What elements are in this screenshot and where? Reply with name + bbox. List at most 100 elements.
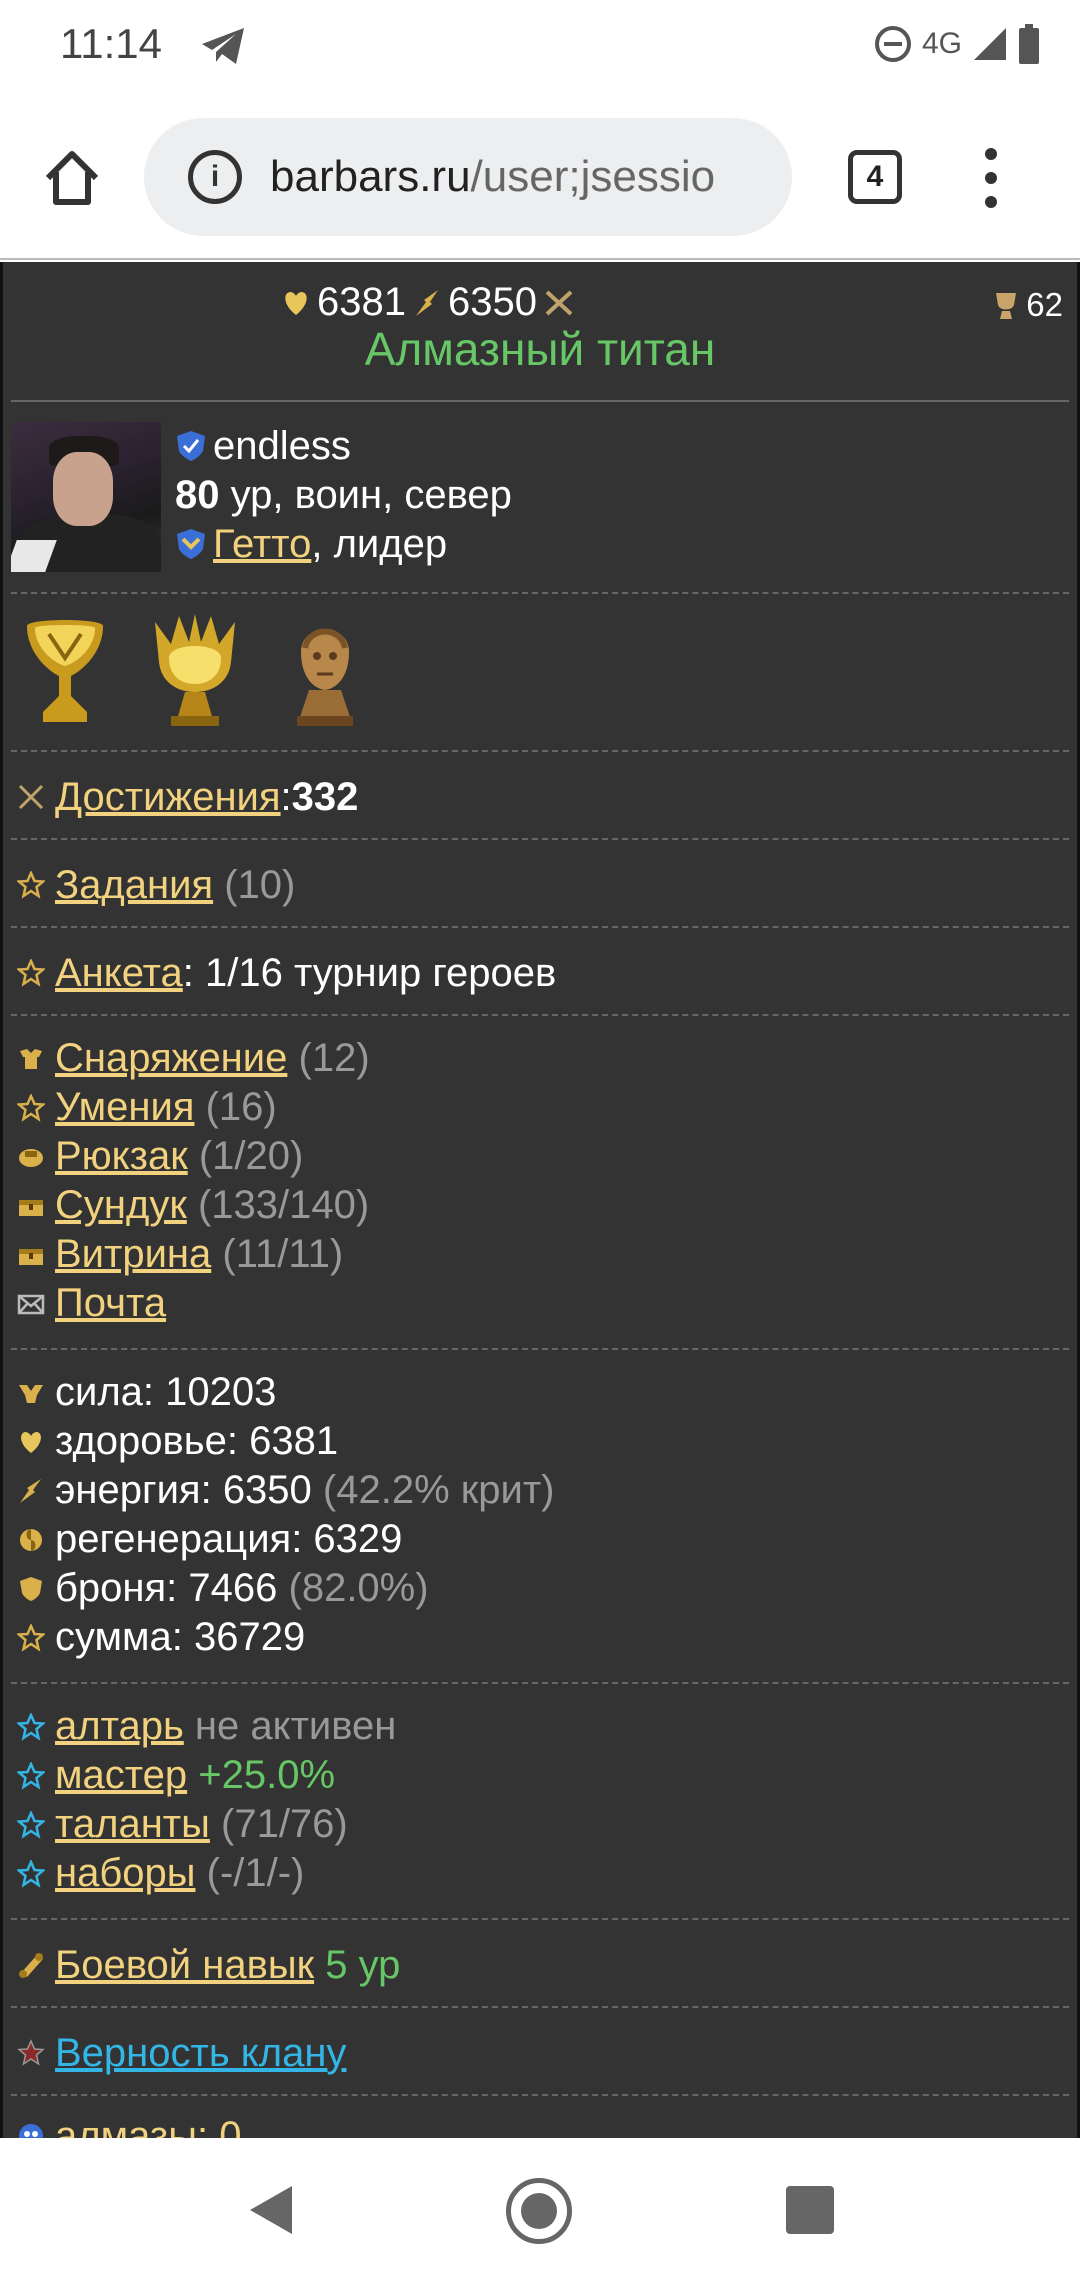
achievements-row: Достижения: 332 — [17, 762, 358, 832]
inventory-link[interactable]: Умения — [55, 1083, 194, 1132]
star-icon — [17, 871, 45, 899]
divider — [11, 592, 1069, 594]
verified-shield-icon — [177, 431, 205, 461]
crossed-swords-icon[interactable] — [543, 288, 575, 318]
backpack-icon — [19, 1148, 43, 1167]
stat-row: броня: 7466 (82.0%) — [17, 1564, 429, 1613]
navigation-bar — [0, 2138, 1080, 2280]
achievements-link[interactable]: Достижения — [55, 775, 281, 820]
combat-skill-link[interactable]: Боевой навык — [55, 1943, 314, 1988]
profile-block: endless 80 ур, воин, север Гетто, лидер — [11, 422, 1071, 572]
crossed-swords-icon — [18, 784, 44, 810]
blue-star-icon — [17, 1810, 45, 1839]
mail-icon — [17, 1294, 45, 1314]
stat-text: броня: 7466 — [55, 1566, 278, 1610]
inventory-count: (133/140) — [197, 1183, 370, 1227]
inventory-link[interactable]: Сундук — [55, 1181, 187, 1230]
quests-row: Задания (10) — [17, 850, 295, 920]
bonus-extra: не активен — [194, 1704, 397, 1748]
level-suffix: ур, воин, север — [219, 473, 512, 517]
clock: 11:14 — [60, 20, 162, 67]
name-line: endless — [175, 422, 512, 471]
equipment-icon — [20, 1048, 42, 1069]
health-value: 6381 — [317, 280, 406, 324]
browser-toolbar: i barbars.ru/user;jsessio 4 — [0, 100, 1080, 260]
master-link[interactable]: мастер — [55, 1751, 187, 1800]
trophy-icon — [996, 293, 1017, 319]
stat-row: регенерация: 6329 — [17, 1515, 402, 1564]
sets-link[interactable]: наборы — [55, 1849, 196, 1898]
stat-extra: (42.2% крит) — [322, 1468, 555, 1512]
clan-line: Гетто, лидер — [175, 520, 512, 569]
stat-text: регенерация: 6329 — [55, 1517, 403, 1561]
inventory-count: (16) — [205, 1085, 277, 1129]
divider — [11, 750, 1069, 752]
inventory-link[interactable]: Витрина — [55, 1230, 211, 1279]
divider — [11, 1682, 1069, 1684]
tab-switcher-button[interactable]: 4 — [848, 150, 902, 204]
back-icon[interactable] — [246, 2182, 298, 2238]
strength-icon — [19, 1384, 43, 1403]
recents-button[interactable] — [786, 2186, 834, 2234]
inventory-item: Витрина (11/11) — [17, 1230, 343, 1279]
gold-cup-icon[interactable] — [21, 612, 109, 730]
altar-link[interactable]: алтарь — [55, 1702, 184, 1751]
clan-link[interactable]: Гетто — [213, 522, 311, 566]
combat-skill-row: Боевой навык 5 ур — [17, 1930, 400, 2000]
overflow-menu-icon[interactable] — [985, 148, 997, 208]
signal-icon — [974, 28, 1006, 60]
home-icon[interactable] — [42, 148, 102, 208]
level-line: 80 ур, воин, север — [175, 471, 512, 520]
inventory-link[interactable]: Снаряжение — [55, 1034, 287, 1083]
stat-row: сила: 10203 — [17, 1368, 276, 1417]
mail-link[interactable]: Почта — [55, 1279, 166, 1328]
stat-text: энергия: 6350 — [55, 1468, 312, 1512]
chest-icon — [19, 1199, 43, 1216]
home-button[interactable] — [506, 2178, 572, 2244]
divider — [11, 1348, 1069, 1350]
bronze-bust-icon[interactable] — [281, 612, 369, 730]
top-stats: 6381 6350 62 — [3, 270, 1077, 326]
stat-row: энергия: 6350 (42.2% крит) — [17, 1466, 555, 1515]
avatar[interactable] — [11, 422, 161, 572]
diamonds-link[interactable]: алмазы: 0 — [55, 2114, 241, 2139]
stat-text: сила: 10203 — [55, 1370, 277, 1414]
divider — [11, 926, 1069, 928]
divider — [11, 400, 1069, 402]
player-title: Алмазный титан — [364, 323, 716, 375]
quests-count: (10) — [224, 862, 296, 907]
bonus-row: алтарь не активен — [17, 1702, 396, 1751]
clan-loyalty-link[interactable]: Верность клану — [55, 2031, 346, 2076]
bonus-extra: (-/1/-) — [206, 1851, 305, 1895]
divider — [11, 2006, 1069, 2008]
red-star-icon — [17, 2039, 45, 2066]
blue-star-icon — [17, 1761, 45, 1790]
energy-value: 6350 — [447, 280, 537, 324]
inventory-item: Почта — [17, 1279, 166, 1328]
stat-row: сумма: 36729 — [17, 1613, 305, 1662]
rank-badge[interactable]: 62 — [990, 286, 1063, 324]
address-bar[interactable]: i barbars.ru/user;jsessio — [144, 118, 792, 236]
bonus-extra: (71/76) — [221, 1802, 348, 1846]
divider — [11, 838, 1069, 840]
talents-link[interactable]: таланты — [55, 1800, 210, 1849]
stat-row: здоровье: 6381 — [17, 1417, 338, 1466]
stat-text: здоровье: 6381 — [55, 1419, 339, 1463]
bonus-row: мастер +25.0% — [17, 1751, 335, 1800]
profile-info: endless 80 ур, воин, север Гетто, лидер — [175, 422, 512, 569]
inventory-item: Снаряжение (12) — [17, 1034, 370, 1083]
clan-shield-icon — [177, 529, 205, 559]
player-name: endless — [213, 424, 351, 468]
combat-skill-level: 5 ур — [325, 1942, 401, 1987]
inventory-link[interactable]: Рюкзак — [55, 1132, 188, 1181]
anketa-link[interactable]: Анкета — [55, 951, 183, 996]
gold-crown-cup-icon[interactable] — [151, 612, 239, 730]
player-level: 80 — [175, 473, 220, 517]
inventory-item: Рюкзак (1/20) — [17, 1132, 303, 1181]
info-icon[interactable]: i — [188, 150, 242, 204]
star-icon — [17, 959, 45, 987]
bonus-row: наборы (-/1/-) — [17, 1849, 304, 1898]
url-host: barbars.ru — [270, 152, 471, 201]
energy-icon — [415, 289, 438, 316]
quests-link[interactable]: Задания — [55, 863, 213, 908]
